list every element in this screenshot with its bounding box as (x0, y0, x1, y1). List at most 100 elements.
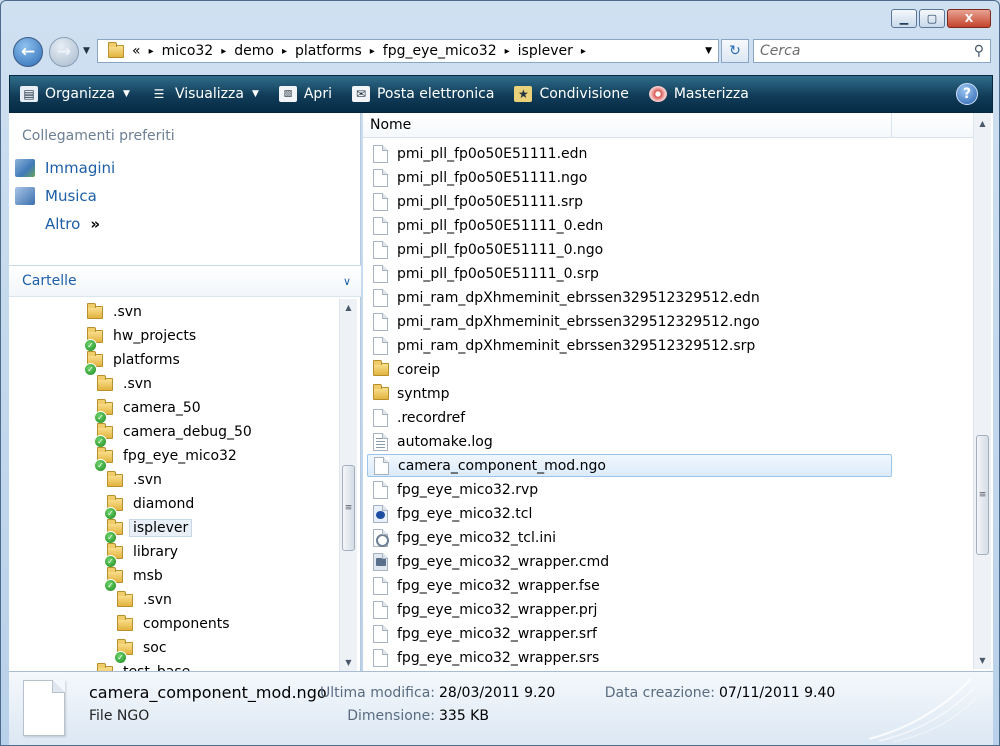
file-row[interactable]: pmi_ram_dpXhmeminit_ebrssen329512329512.… (367, 286, 892, 309)
size-value: 335 KB (439, 708, 489, 724)
file-row[interactable]: fpg_eye_mico32_wrapper.fse (367, 574, 892, 597)
back-arrow-icon: ← (20, 42, 36, 62)
breadcrumb-overflow[interactable]: « (132, 43, 141, 59)
folder-icon: ✓ (104, 542, 123, 568)
favorite-link-music[interactable]: Musica (15, 187, 97, 205)
tree-node[interactable]: ✓ hw_projects (84, 325, 196, 352)
file-row[interactable]: pmi_pll_fp0o50E51111.ngo (367, 166, 892, 189)
folder-tree-scrollbar[interactable]: ▲ ≡ ▼ (339, 299, 357, 671)
file-row[interactable]: pmi_pll_fp0o50E51111.edn (367, 142, 892, 165)
file-row[interactable]: pmi_ram_dpXhmeminit_ebrssen329512329512.… (367, 334, 892, 357)
close-button[interactable]: X (947, 9, 991, 28)
tree-node-label: msb (133, 568, 163, 584)
share-button[interactable]: ★ Condivisione (504, 76, 638, 112)
tree-node[interactable]: ✓ library (104, 541, 178, 568)
chevron-right-icon[interactable]: ▸ (370, 46, 375, 57)
folder-row[interactable]: coreip (367, 358, 892, 381)
search-input[interactable]: Cerca ⚲ (753, 39, 991, 63)
tree-node[interactable]: .svn (107, 469, 162, 491)
tree-node-label: .svn (143, 592, 172, 608)
file-row[interactable]: fpg_eye_mico32_wrapper.srf (367, 622, 892, 645)
recent-pages-dropdown[interactable]: ▼ (83, 46, 90, 56)
scroll-up-icon[interactable]: ▲ (340, 299, 357, 316)
address-bar[interactable]: « ▸ mico32 ▸ demo ▸ platforms ▸ fpg_eye_… (97, 39, 719, 63)
chevron-right-icon[interactable]: ▸ (581, 46, 586, 57)
maximize-button[interactable]: ▢ (919, 9, 945, 28)
email-button[interactable]: ✉ Posta elettronica (342, 76, 504, 112)
file-row[interactable]: fpg_eye_mico32_wrapper.srs (367, 646, 892, 669)
column-header-name[interactable]: Nome (363, 113, 892, 137)
breadcrumb-item-platforms[interactable]: platforms (295, 43, 362, 59)
file-row[interactable]: pmi_pll_fp0o50E51111_0.ngo (367, 238, 892, 261)
breadcrumb-item-demo[interactable]: demo (234, 43, 274, 59)
chevron-right-icon[interactable]: ▸ (505, 46, 510, 57)
file-row[interactable]: pmi_pll_fp0o50E51111_0.edn (367, 214, 892, 237)
tree-node[interactable]: ✓ platforms (84, 349, 180, 376)
scroll-thumb[interactable]: ≡ (342, 465, 355, 551)
organize-icon: ▤ (20, 86, 38, 102)
breadcrumb-item-isplever[interactable]: isplever (518, 43, 573, 59)
burn-button[interactable]: Masterizza (639, 76, 759, 112)
file-row[interactable]: automake.log (367, 430, 892, 453)
file-icon (373, 264, 388, 283)
tree-node[interactable]: components (117, 613, 230, 635)
tree-node[interactable]: .svn (87, 301, 142, 323)
tree-node[interactable]: .svn (117, 589, 172, 611)
refresh-button[interactable]: ↻ (721, 39, 749, 63)
file-row[interactable]: fpg_eye_mico32_wrapper.prj (367, 598, 892, 621)
tree-node[interactable]: ✓ msb (104, 565, 163, 592)
details-file-name: camera_component_mod.ngo (89, 683, 327, 702)
file-row[interactable]: pmi_pll_fp0o50E51111.srp (367, 190, 892, 213)
folders-header[interactable]: Cartelle ∨ (9, 265, 361, 297)
folder-icon: ✓ (104, 566, 123, 592)
file-row[interactable]: .recordref (367, 406, 892, 429)
tree-node-label: test_base (123, 664, 190, 671)
file-row[interactable]: pmi_pll_fp0o50E51111_0.srp (367, 262, 892, 285)
scroll-down-icon[interactable]: ▼ (340, 654, 357, 671)
chevron-right-icon[interactable]: ▸ (221, 46, 226, 57)
scroll-down-icon[interactable]: ▼ (974, 652, 991, 669)
tree-node[interactable]: ✓ soc (114, 637, 167, 664)
chevron-down-icon: ∨ (342, 274, 351, 288)
scroll-thumb[interactable]: ≡ (976, 435, 989, 555)
file-row-selected[interactable]: camera_component_mod.ngo (367, 454, 892, 477)
forward-button[interactable]: → (49, 37, 79, 67)
file-row[interactable]: fpg_eye_mico32.tcl (367, 502, 892, 525)
tree-node[interactable]: ✓ camera_50 (94, 397, 201, 424)
chevron-right-icon[interactable]: ▸ (282, 46, 287, 57)
breadcrumb-item-mico32[interactable]: mico32 (162, 43, 214, 59)
favorite-link-pictures[interactable]: Immagini (15, 159, 115, 177)
folder-tree: .svn ✓ hw_projects ✓ platforms .svn ✓ camer… (9, 299, 337, 671)
organize-menu[interactable]: ▤ Organizza ▼ (10, 76, 140, 112)
address-dropdown-icon[interactable]: ▼ (705, 46, 712, 56)
file-row[interactable]: pmi_ram_dpXhmeminit_ebrssen329512329512.… (367, 310, 892, 333)
tree-node[interactable]: ✓ fpg_eye_mico32 (94, 445, 237, 472)
file-row[interactable]: fpg_eye_mico32_wrapper.cmd (367, 550, 892, 573)
file-name: .recordref (397, 409, 466, 426)
back-button[interactable]: ← (13, 37, 43, 67)
tree-node-selected[interactable]: ✓ isplever (104, 517, 193, 544)
tree-node-label: .svn (123, 376, 152, 392)
minimize-button[interactable]: ▁ (891, 9, 917, 28)
tree-node-label: camera_50 (123, 400, 201, 416)
search-icon[interactable]: ⚲ (974, 43, 984, 59)
scroll-up-icon[interactable]: ▲ (974, 115, 991, 132)
file-list-scrollbar[interactable]: ▲ ≡ ▼ (973, 113, 991, 669)
file-name: fpg_eye_mico32.tcl (397, 505, 533, 522)
tree-node[interactable]: .svn (97, 373, 152, 395)
open-label: Apri (303, 86, 332, 102)
file-icon (374, 456, 389, 475)
help-button[interactable]: ? (956, 83, 978, 105)
tree-node[interactable]: ✓ camera_debug_50 (94, 421, 252, 448)
command-file-icon (373, 552, 388, 571)
file-row[interactable]: fpg_eye_mico32_tcl.ini (367, 526, 892, 549)
file-row[interactable]: fpg_eye_mico32.rvp (367, 478, 892, 501)
view-menu[interactable]: ☰ Visualizza ▼ (140, 76, 269, 112)
tree-node[interactable]: ✓test_base (97, 661, 190, 671)
favorites-more-link[interactable]: Altro » (45, 215, 100, 233)
tree-node[interactable]: ✓ diamond (104, 493, 194, 520)
log-file-icon (373, 432, 388, 451)
open-button[interactable]: ▧ Apri (269, 76, 342, 112)
folder-row[interactable]: syntmp (367, 382, 892, 405)
breadcrumb-item-fpg-eye-mico32[interactable]: fpg_eye_mico32 (383, 43, 497, 59)
